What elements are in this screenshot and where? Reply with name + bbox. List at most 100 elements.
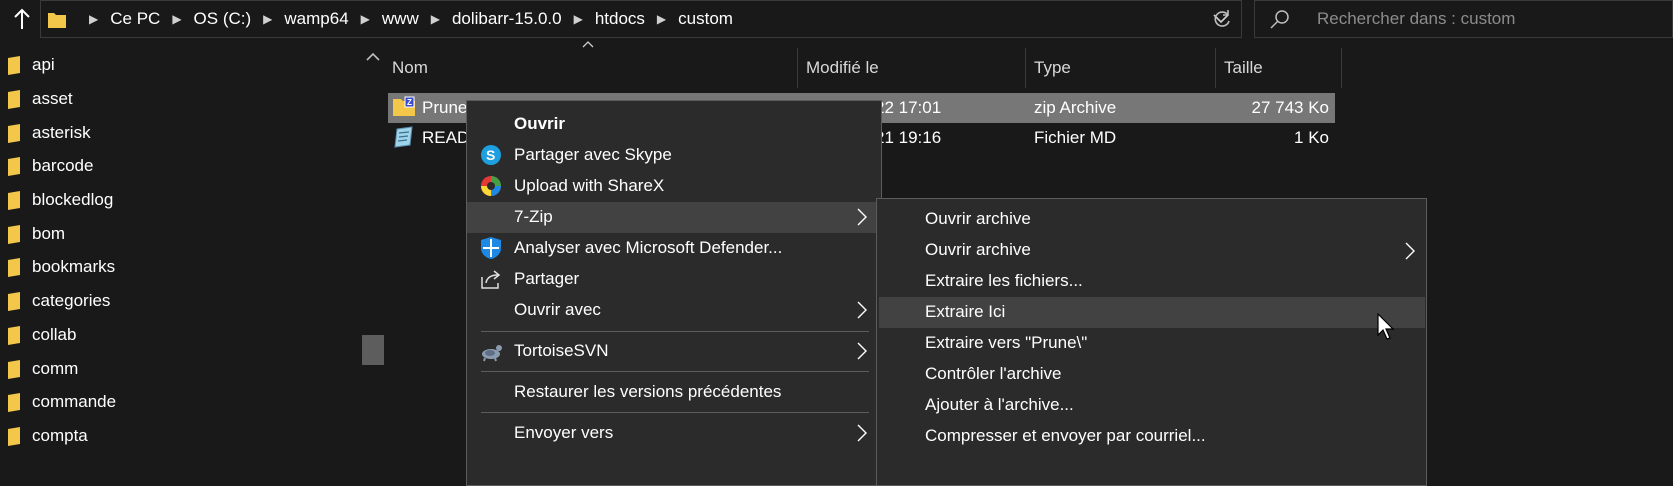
column-header-name[interactable]: Nom bbox=[392, 48, 428, 88]
breadcrumb-item[interactable]: custom bbox=[678, 9, 733, 29]
up-arrow-button[interactable] bbox=[8, 4, 36, 34]
breadcrumb-separator-icon[interactable]: ▶ bbox=[263, 12, 272, 26]
nav-item-label: barcode bbox=[32, 156, 94, 175]
sort-ascending-icon bbox=[582, 41, 594, 48]
menu-item-label: 7-Zip bbox=[514, 207, 553, 226]
breadcrumb-item[interactable]: Ce PC bbox=[110, 9, 160, 29]
folder-icon bbox=[8, 326, 20, 345]
submenu-item-extract-files[interactable]: Extraire les fichiers... bbox=[879, 266, 1425, 297]
share-icon bbox=[481, 270, 501, 289]
submenu-item-extract-here[interactable]: Extraire Ici bbox=[879, 297, 1425, 328]
breadcrumb-item[interactable]: OS (C:) bbox=[194, 9, 252, 29]
chevron-right-icon bbox=[857, 208, 867, 226]
nav-item-folder[interactable]: compta bbox=[0, 419, 355, 453]
nav-item-folder[interactable]: comm bbox=[0, 352, 355, 386]
breadcrumb-item[interactable]: dolibarr-15.0.0 bbox=[452, 9, 562, 29]
column-divider[interactable] bbox=[1341, 48, 1342, 88]
submenu-item-extract-to-folder[interactable]: Extraire vers "Prune\" bbox=[879, 328, 1425, 359]
column-header-modified[interactable]: Modifié le bbox=[806, 48, 879, 88]
submenu-item-open-archive[interactable]: Ouvrir archive bbox=[879, 204, 1425, 235]
menu-item-defender-scan[interactable]: Analyser avec Microsoft Defender... bbox=[467, 233, 881, 264]
breadcrumb-separator-icon[interactable]: ▶ bbox=[361, 12, 370, 26]
nav-item-label: comm bbox=[32, 359, 79, 378]
svg-text:Z: Z bbox=[407, 98, 412, 107]
menu-item-7zip[interactable]: 7-Zip bbox=[467, 202, 881, 233]
menu-item-label: Analyser avec Microsoft Defender... bbox=[514, 238, 783, 257]
nav-item-label: compta bbox=[32, 426, 88, 445]
menu-item-label: Partager avec Skype bbox=[514, 145, 672, 164]
breadcrumb-separator-icon[interactable]: ▶ bbox=[172, 12, 181, 26]
nav-item-folder[interactable]: barcode bbox=[0, 149, 355, 183]
submenu-item-label: Ouvrir archive bbox=[925, 209, 1031, 228]
submenu-item-test-archive[interactable]: Contrôler l'archive bbox=[879, 359, 1425, 390]
nav-item-folder[interactable]: categories bbox=[0, 284, 355, 318]
menu-item-share[interactable]: Partager bbox=[467, 264, 881, 295]
breadcrumb-separator-icon[interactable]: ▶ bbox=[574, 12, 583, 26]
nav-item-folder[interactable]: collab bbox=[0, 318, 355, 352]
menu-item-label: Restaurer les versions précédentes bbox=[514, 382, 782, 401]
chevron-up-icon[interactable] bbox=[366, 52, 380, 61]
folder-icon bbox=[8, 191, 20, 210]
folder-icon bbox=[8, 393, 20, 412]
address-bar[interactable]: ▶ Ce PC ▶ OS (C:) ▶ wamp64 ▶ www ▶ dolib… bbox=[40, 0, 1242, 38]
menu-item-share-skype[interactable]: S Partager avec Skype bbox=[467, 140, 881, 171]
menu-item-tortoisesvn[interactable]: TortoiseSVN bbox=[467, 336, 881, 367]
refresh-icon bbox=[1214, 10, 1230, 27]
nav-item-folder[interactable]: commande bbox=[0, 385, 355, 419]
menu-item-send-to[interactable]: Envoyer vers bbox=[467, 418, 881, 449]
folder-icon bbox=[8, 90, 20, 109]
nav-item-folder[interactable]: blockedlog bbox=[0, 183, 355, 217]
nav-item-label: commande bbox=[32, 392, 117, 411]
menu-item-sharex[interactable]: Upload with ShareX bbox=[467, 171, 881, 202]
column-header-type[interactable]: Type bbox=[1034, 48, 1071, 88]
nav-item-folder[interactable]: api bbox=[0, 48, 355, 82]
submenu-item-open-archive-more[interactable]: Ouvrir archive bbox=[879, 235, 1425, 266]
sharex-icon bbox=[481, 176, 501, 196]
svg-text:S: S bbox=[486, 147, 495, 163]
chevron-right-icon bbox=[857, 301, 867, 319]
tortoisesvn-icon bbox=[482, 345, 502, 362]
nav-item-label: api bbox=[32, 55, 55, 74]
submenu-item-compress-email[interactable]: Compresser et envoyer par courriel... bbox=[879, 421, 1425, 452]
menu-item-label: Ouvrir bbox=[514, 114, 566, 133]
scrollbar-thumb[interactable] bbox=[362, 335, 384, 365]
search-box[interactable]: Rechercher dans : custom bbox=[1254, 0, 1673, 38]
submenu-item-add-to-archive[interactable]: Ajouter à l'archive... bbox=[879, 390, 1425, 421]
7zip-submenu: Ouvrir archive Ouvrir archive Extraire l… bbox=[876, 198, 1427, 486]
nav-scrollbar[interactable] bbox=[360, 48, 386, 486]
file-type: zip Archive bbox=[1034, 98, 1117, 117]
submenu-item-label: Extraire vers "Prune\" bbox=[925, 333, 1088, 352]
chevron-right-icon bbox=[857, 342, 867, 360]
nav-item-folder[interactable]: bookmarks bbox=[0, 250, 355, 284]
breadcrumb-separator-icon[interactable]: ▶ bbox=[657, 12, 666, 26]
folder-icon bbox=[8, 427, 20, 446]
column-divider[interactable] bbox=[1025, 48, 1026, 88]
nav-item-folder[interactable]: asterisk bbox=[0, 116, 355, 150]
address-toolbar: ▶ Ce PC ▶ OS (C:) ▶ wamp64 ▶ www ▶ dolib… bbox=[0, 0, 1673, 38]
nav-item-folder[interactable]: asset bbox=[0, 82, 355, 116]
context-menu: Ouvrir S Partager avec Skype Upload with… bbox=[466, 100, 882, 486]
breadcrumb-item[interactable]: www bbox=[382, 9, 419, 29]
breadcrumb-item[interactable]: htdocs bbox=[595, 9, 645, 29]
breadcrumb-item[interactable]: wamp64 bbox=[284, 9, 348, 29]
menu-item-open[interactable]: Ouvrir bbox=[467, 109, 881, 140]
nav-item-label: asset bbox=[32, 89, 73, 108]
file-modified: 21 19:16 bbox=[875, 128, 942, 147]
folder-icon bbox=[8, 124, 20, 143]
nav-item-label: blockedlog bbox=[32, 190, 114, 209]
breadcrumb-separator-icon[interactable]: ▶ bbox=[431, 12, 440, 26]
column-header-size[interactable]: Taille bbox=[1224, 48, 1263, 88]
submenu-item-label: Compresser et envoyer par courriel... bbox=[925, 426, 1206, 445]
search-input[interactable]: Rechercher dans : custom bbox=[1317, 9, 1515, 29]
column-divider[interactable] bbox=[797, 48, 798, 88]
column-divider[interactable] bbox=[1215, 48, 1216, 88]
refresh-button[interactable] bbox=[1202, 0, 1242, 38]
menu-item-open-with[interactable]: Ouvrir avec bbox=[467, 295, 881, 326]
menu-item-restore-versions[interactable]: Restaurer les versions précédentes bbox=[467, 377, 881, 408]
nav-item-folder[interactable]: bom bbox=[0, 217, 355, 251]
file-type: Fichier MD bbox=[1034, 128, 1117, 147]
menu-separator bbox=[481, 412, 869, 413]
folder-icon bbox=[8, 360, 20, 379]
menu-item-label: Envoyer vers bbox=[514, 423, 614, 442]
folder-icon bbox=[8, 157, 20, 176]
